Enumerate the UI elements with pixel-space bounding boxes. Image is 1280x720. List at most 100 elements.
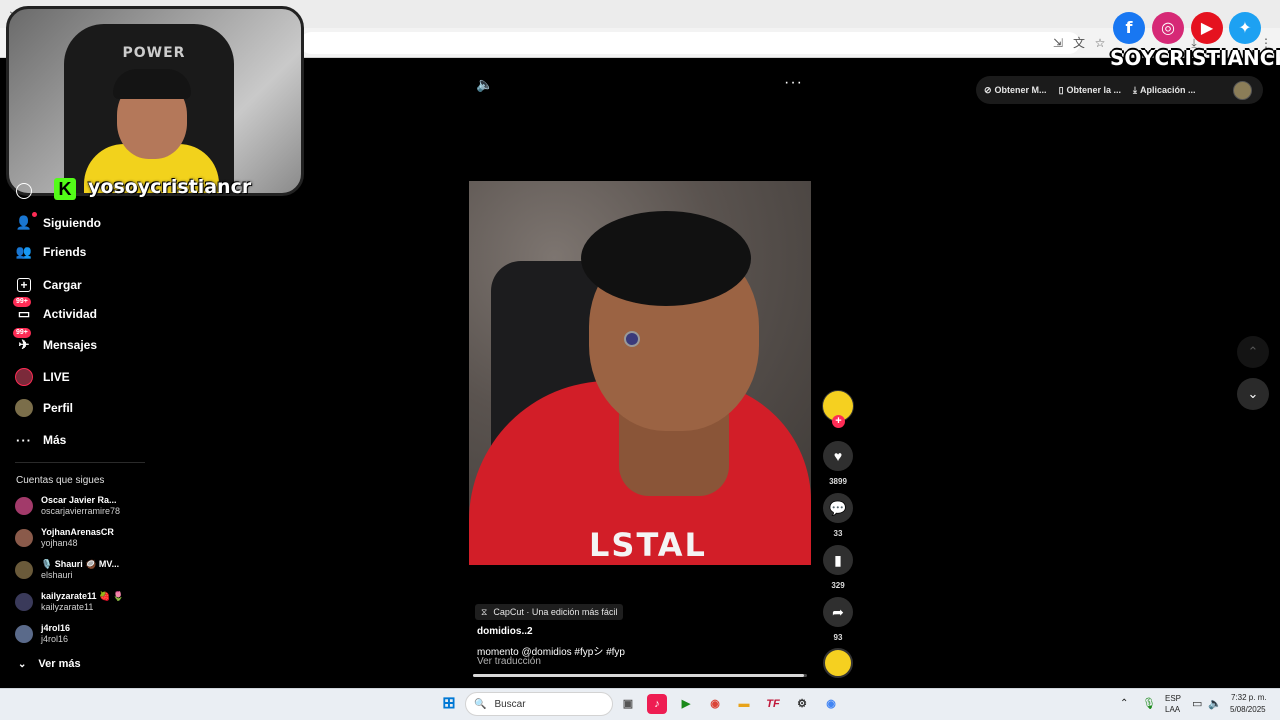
following-account[interactable]: j4rol16 j4rol16: [15, 623, 70, 645]
desktop-app-button[interactable]: ⤓ Aplicación ...: [1133, 85, 1196, 96]
video-author[interactable]: domidios..2: [477, 626, 533, 637]
download-icon: ⤓: [1133, 84, 1138, 95]
like-button[interactable]: ♥: [823, 441, 853, 471]
sidebar-divider: [15, 462, 145, 463]
profile-avatar: [15, 399, 33, 417]
sidebar-item-live[interactable]: LIVE: [15, 366, 70, 388]
youtube-icon: ▶: [1191, 12, 1223, 44]
bookmark-star-icon[interactable]: ☆: [1092, 35, 1108, 51]
follow-plus-icon[interactable]: +: [832, 415, 845, 428]
language-top[interactable]: ESP: [1165, 694, 1181, 703]
chrome-profile-icon[interactable]: ◉: [821, 694, 841, 714]
sidebar-item-friends[interactable]: 👥 Friends: [15, 241, 86, 263]
capcut-icon: ⧖: [481, 606, 488, 617]
following-account[interactable]: 🎙️ Shauri 🥥 MV... elshauri: [15, 559, 119, 581]
sidebar-item-label: Siguiendo: [43, 216, 101, 230]
profile-avatar[interactable]: [1233, 81, 1252, 100]
video-hair: [581, 211, 751, 306]
account-handle: kailyzarate11: [41, 602, 94, 612]
friends-icon: 👥: [15, 244, 33, 259]
sidebar-item-siguiendo[interactable]: 👤 Siguiendo: [15, 212, 101, 234]
account-name: 🎙️ Shauri 🥥 MV...: [41, 559, 120, 569]
next-video-button[interactable]: ⌄: [1237, 378, 1269, 410]
app-icon[interactable]: ⚙: [792, 694, 812, 714]
shirt-print: LSTAL: [589, 526, 707, 564]
previous-video-button[interactable]: ⌃: [1237, 336, 1269, 368]
share-count: 93: [833, 633, 843, 642]
chevron-up-icon[interactable]: ⌃: [1120, 698, 1128, 709]
capcut-label: CapCut · Una edición más fácil: [493, 607, 618, 617]
following-account[interactable]: Oscar Javier Ra... oscarjavierramire78: [15, 495, 120, 517]
following-icon: 👤: [15, 212, 37, 232]
account-name: j4rol16: [41, 623, 71, 633]
save-count: 329: [831, 581, 845, 590]
desktop-app-label: Aplicación ...: [1140, 85, 1196, 95]
get-coins-button[interactable]: ⊘ Obtener M...: [984, 85, 1047, 96]
chevron-up-icon: ⌃: [1247, 344, 1259, 359]
avatar: [15, 593, 33, 611]
following-header: Cuentas que sigues: [16, 475, 105, 486]
volume-icon[interactable]: 🔈: [1208, 697, 1222, 710]
activity-badge: 99+: [13, 297, 31, 307]
network-icon[interactable]: ▭: [1192, 697, 1202, 710]
video-player[interactable]: LSTAL: [469, 181, 811, 565]
taskbar-search[interactable]: 🔍 Buscar: [465, 692, 613, 716]
account-handle: oscarjavierramire78: [41, 506, 121, 516]
sidebar-item-actividad[interactable]: ▭ 99+ Actividad: [13, 297, 98, 325]
microphone-icon[interactable]: 🎙: [1142, 697, 1156, 710]
avatar: [15, 561, 33, 579]
bookmark-icon: ▮: [834, 551, 842, 568]
see-more-button[interactable]: ⌄ Ver más: [18, 658, 81, 670]
chrome-icon[interactable]: ◉: [705, 694, 725, 714]
save-button[interactable]: ▮: [823, 545, 853, 575]
twitter-icon: ✦: [1229, 12, 1261, 44]
translate-icon[interactable]: 文: [1071, 35, 1087, 51]
sidebar-item-mensajes[interactable]: ✈ 99+ Mensajes: [13, 328, 98, 356]
video-more-icon[interactable]: ···: [784, 74, 803, 92]
facebook-icon: f: [1113, 12, 1145, 44]
address-bar[interactable]: [300, 32, 1080, 54]
messages-badge: 99+: [13, 328, 31, 338]
capcut-tag[interactable]: ⧖ CapCut · Una edición más fácil: [475, 604, 624, 620]
media-app-icon[interactable]: ▶: [676, 694, 696, 714]
account-name: YojhanArenasCR: [41, 527, 114, 537]
activity-icon: ▭ 99+: [13, 297, 33, 323]
messages-icon: ✈ 99+: [13, 328, 33, 354]
install-icon[interactable]: ⇲: [1050, 35, 1066, 51]
sidebar-item-cargar[interactable]: + Cargar: [15, 274, 82, 296]
tiktok-app-icon[interactable]: ♪: [647, 694, 667, 714]
music-disc-avatar[interactable]: [823, 648, 853, 678]
earphone: [624, 331, 640, 347]
comment-button[interactable]: 💬: [823, 493, 853, 523]
sidebar-item-label: Más: [43, 433, 67, 447]
sidebar-item-mas[interactable]: ··· Más: [15, 429, 66, 451]
like-count: 3899: [829, 477, 847, 486]
tf-app-icon[interactable]: TF: [763, 694, 783, 714]
search-icon: 🔍: [474, 698, 487, 710]
see-translation-link[interactable]: Ver traducción: [477, 656, 541, 667]
streamer-hair: [113, 69, 191, 99]
get-app-button[interactable]: ▯ Obtener la ...: [1059, 85, 1121, 96]
comment-icon: 💬: [829, 499, 847, 516]
windows-start-icon[interactable]: ⊞: [439, 694, 459, 714]
clock-time[interactable]: 7:32 p. m.: [1231, 693, 1267, 702]
instagram-icon: ◎: [1152, 12, 1184, 44]
sidebar-item-perfil[interactable]: Perfil: [15, 397, 73, 419]
share-button[interactable]: ➦: [823, 597, 853, 627]
volume-icon[interactable]: 🔈: [476, 76, 493, 93]
language-bottom[interactable]: LAA: [1165, 705, 1180, 714]
sidebar-item-label: Mensajes: [43, 338, 98, 352]
clock-date[interactable]: 5/08/2025: [1230, 705, 1266, 714]
streamer-name: yosoycristiancr: [88, 176, 252, 198]
chair-logo: POWER: [122, 45, 186, 61]
file-explorer-icon[interactable]: ▬: [734, 694, 754, 714]
avatar: [15, 625, 33, 643]
task-view-icon[interactable]: ▣: [618, 694, 638, 714]
coin-icon: ⊘: [984, 84, 992, 95]
sidebar-item-label: Perfil: [43, 401, 74, 415]
search-placeholder: Buscar: [494, 698, 526, 710]
explore-icon[interactable]: [16, 183, 32, 199]
following-account[interactable]: YojhanArenasCR yojhan48: [15, 527, 114, 549]
sidebar-item-label: Actividad: [43, 307, 98, 321]
following-account[interactable]: kailyzarate11 🍓 🌷 kailyzarate11: [15, 591, 124, 613]
